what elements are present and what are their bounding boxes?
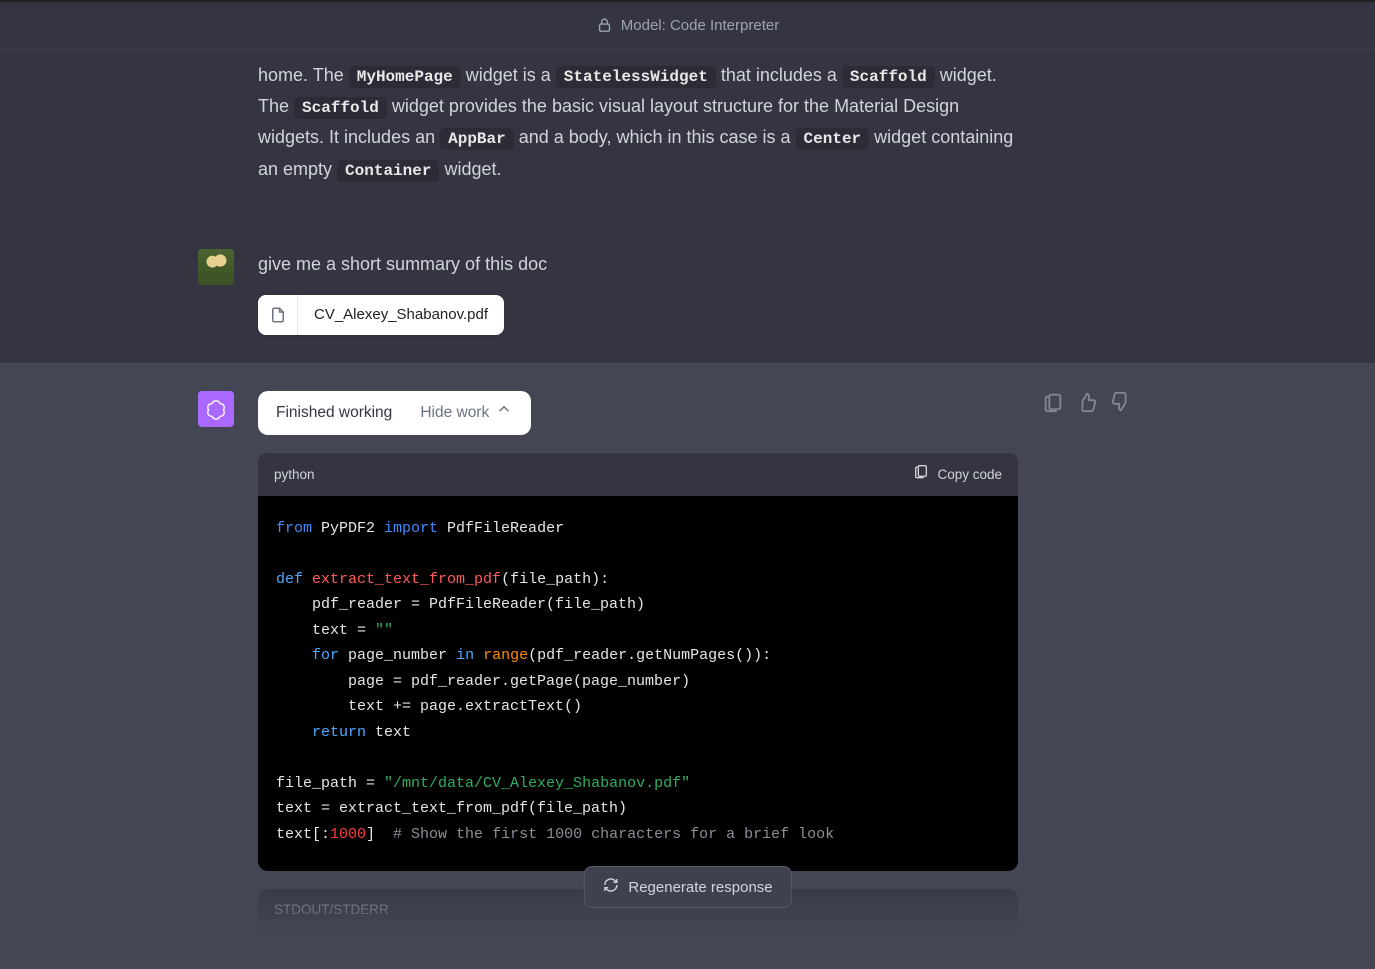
lock-icon	[596, 17, 613, 34]
code-content[interactable]: from PyPDF2 import PdfFileReader def ext…	[258, 496, 1018, 872]
model-indicator-bar: Model: Code Interpreter	[0, 2, 1375, 50]
assistant-prose: home. The MyHomePage widget is a Statele…	[258, 60, 1018, 185]
file-attachment[interactable]: CV_Alexey_Shabanov.pdf	[258, 295, 504, 335]
user-message: give me a short summary of this doc CV_A…	[0, 225, 1375, 364]
code-language: python	[274, 464, 315, 486]
inline-code: Scaffold	[294, 97, 387, 119]
text: and a body, which in this case is a	[514, 127, 796, 147]
user-text: give me a short summary of this doc	[258, 249, 1018, 280]
user-avatar	[198, 249, 234, 285]
text: widget is a	[461, 65, 556, 85]
assistant-avatar	[198, 391, 234, 427]
inline-code: StatelessWidget	[556, 66, 716, 88]
message-actions	[1042, 391, 1132, 931]
thumbs-up-button[interactable]	[1076, 391, 1098, 413]
inline-code: Center	[796, 128, 870, 150]
status-label: Finished working	[276, 401, 392, 426]
regenerate-label: Regenerate response	[628, 879, 772, 896]
inline-code: AppBar	[440, 128, 514, 150]
work-status-toggle[interactable]: Finished working Hide work	[258, 391, 531, 435]
regenerate-button[interactable]: Regenerate response	[583, 866, 791, 908]
text: home. The	[258, 65, 349, 85]
code-block: python Copy code from PyPDF2 import PdfF…	[258, 453, 1018, 871]
file-icon	[258, 295, 298, 335]
inline-code: Scaffold	[842, 66, 935, 88]
text: widget.	[439, 159, 501, 179]
toggle-label: Hide work	[420, 401, 489, 426]
copy-message-button[interactable]	[1042, 391, 1064, 413]
refresh-icon	[602, 877, 618, 897]
clipboard-icon	[913, 463, 929, 486]
file-name: CV_Alexey_Shabanov.pdf	[298, 303, 504, 327]
text: that includes a	[716, 65, 842, 85]
chevron-up-icon	[495, 400, 513, 427]
copy-code-button[interactable]: Copy code	[913, 463, 1002, 486]
model-label: Model: Code Interpreter	[621, 14, 779, 38]
thumbs-down-button[interactable]	[1110, 391, 1132, 413]
inline-code: Container	[337, 160, 439, 182]
inline-code: MyHomePage	[349, 66, 461, 88]
copy-code-label: Copy code	[937, 464, 1002, 486]
assistant-message-prev: home. The MyHomePage widget is a Statele…	[0, 50, 1375, 225]
